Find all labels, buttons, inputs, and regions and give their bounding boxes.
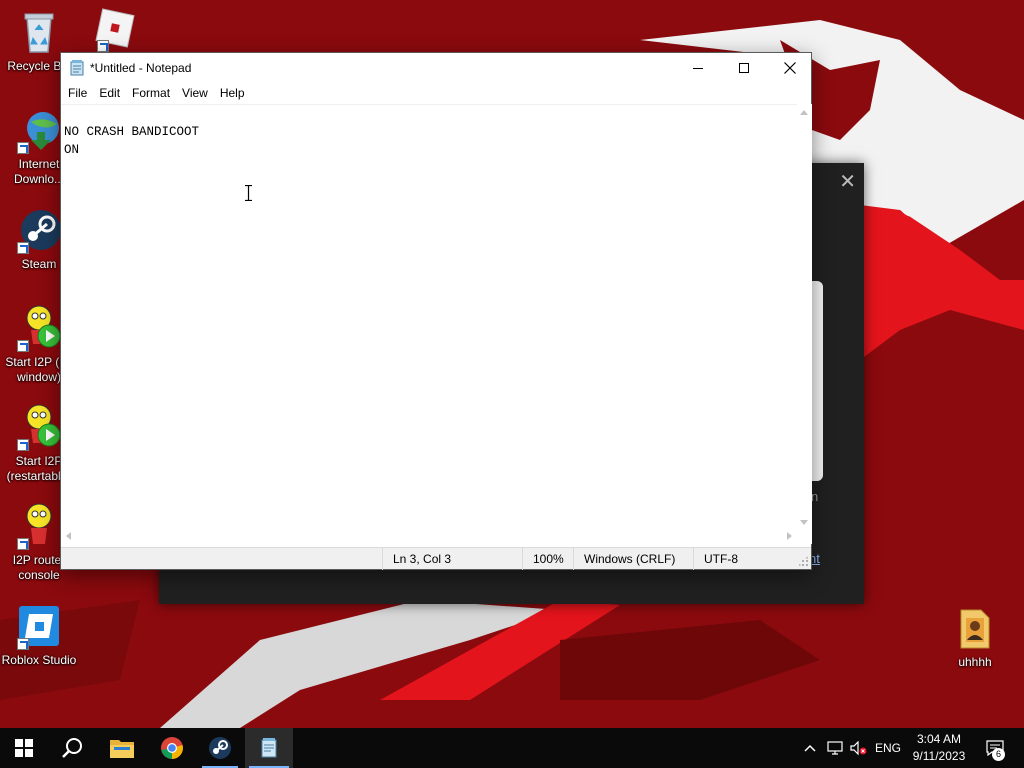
taskbar-file-explorer[interactable]	[98, 728, 146, 768]
notepad-icon	[261, 738, 277, 758]
scroll-up-icon[interactable]	[800, 110, 808, 115]
desktop-icon-label: uhhhh	[958, 655, 992, 669]
scrollbar-corner	[797, 529, 812, 544]
background-dialog-text: n	[811, 489, 819, 504]
chevron-up-icon	[804, 744, 816, 752]
clock-date: 9/11/2023	[912, 749, 966, 763]
notepad-icon	[70, 60, 84, 76]
notification-count-badge: 6	[992, 748, 1005, 761]
network-icon	[827, 741, 843, 755]
folder-icon	[960, 609, 990, 649]
desktop-icon-uhhhh-folder[interactable]: uhhhh	[936, 604, 1014, 670]
steam-icon	[209, 737, 231, 759]
vertical-scrollbar[interactable]	[797, 104, 812, 529]
shortcut-arrow-icon	[17, 142, 29, 154]
scroll-down-icon[interactable]	[800, 520, 808, 525]
svg-text:R: R	[907, 195, 919, 212]
i-beam-cursor-icon	[245, 185, 252, 201]
taskbar-steam[interactable]	[196, 728, 244, 768]
status-line-ending: Windows (CRLF)	[573, 548, 693, 570]
recycle-bin-icon	[24, 13, 54, 53]
maximize-button[interactable]	[721, 53, 767, 83]
status-cursor-position: Ln 3, Col 3	[382, 548, 522, 570]
volume-muted-icon	[850, 741, 867, 755]
editor-line: NO CRASH BANDICOOT	[64, 125, 200, 139]
network-button[interactable]	[824, 728, 846, 768]
status-encoding: UTF-8	[693, 548, 793, 570]
scroll-left-icon[interactable]	[66, 532, 71, 540]
shortcut-arrow-icon	[97, 40, 109, 52]
menu-view[interactable]: View	[176, 83, 214, 103]
menu-format[interactable]: Format	[126, 83, 176, 103]
shortcut-arrow-icon	[17, 638, 29, 650]
taskbar-notepad[interactable]	[245, 728, 293, 768]
start-button[interactable]	[0, 728, 48, 768]
menu-edit[interactable]: Edit	[93, 83, 126, 103]
editor-line: ON	[64, 143, 80, 157]
taskbar: ENG 3:04 AM 9/11/2023 6	[0, 728, 1024, 768]
close-icon	[784, 62, 796, 74]
menu-bar: File Edit Format View Help	[61, 83, 811, 103]
clock-time: 3:04 AM	[916, 732, 962, 746]
title-bar[interactable]: *Untitled - Notepad	[61, 53, 811, 83]
shortcut-arrow-icon	[17, 242, 29, 254]
close-icon[interactable]: ✕	[839, 169, 856, 193]
notepad-window: *Untitled - Notepad File Edit Format Vie…	[60, 52, 812, 570]
input-language-button[interactable]: ENG	[872, 728, 904, 768]
search-button[interactable]	[48, 728, 96, 768]
shortcut-arrow-icon	[17, 538, 29, 550]
taskbar-chrome[interactable]	[148, 728, 196, 768]
chrome-icon	[161, 737, 183, 759]
status-bar: Ln 3, Col 3 100% Windows (CRLF) UTF-8	[61, 547, 811, 570]
status-zoom: 100%	[522, 548, 573, 570]
minimize-icon	[693, 67, 703, 69]
text-editor-area[interactable]: NO CRASH BANDICOOT ON	[61, 104, 797, 529]
shortcut-arrow-icon	[17, 439, 29, 451]
desktop-icon-label: Roblox Studio	[1, 653, 77, 667]
volume-button[interactable]	[848, 728, 870, 768]
desktop-icon-roblox-player[interactable]	[76, 6, 154, 57]
window-title: *Untitled - Notepad	[90, 61, 192, 75]
horizontal-scrollbar[interactable]	[61, 529, 797, 544]
windows-start-icon	[15, 739, 33, 757]
search-icon	[62, 738, 82, 758]
resize-grip-icon[interactable]	[799, 557, 809, 567]
scroll-right-icon[interactable]	[787, 532, 792, 540]
desktop-icon-roblox-studio[interactable]: Roblox Studio	[0, 602, 78, 668]
shortcut-arrow-icon	[17, 340, 29, 352]
folder-icon	[110, 740, 134, 758]
show-hidden-icons-button[interactable]	[800, 728, 820, 768]
close-button[interactable]	[767, 53, 813, 83]
menu-help[interactable]: Help	[214, 83, 251, 103]
minimize-button[interactable]	[675, 53, 721, 83]
maximize-icon	[739, 63, 749, 73]
taskbar-clock[interactable]: 3:04 AM 9/11/2023	[904, 731, 974, 765]
menu-file[interactable]: File	[62, 83, 93, 103]
